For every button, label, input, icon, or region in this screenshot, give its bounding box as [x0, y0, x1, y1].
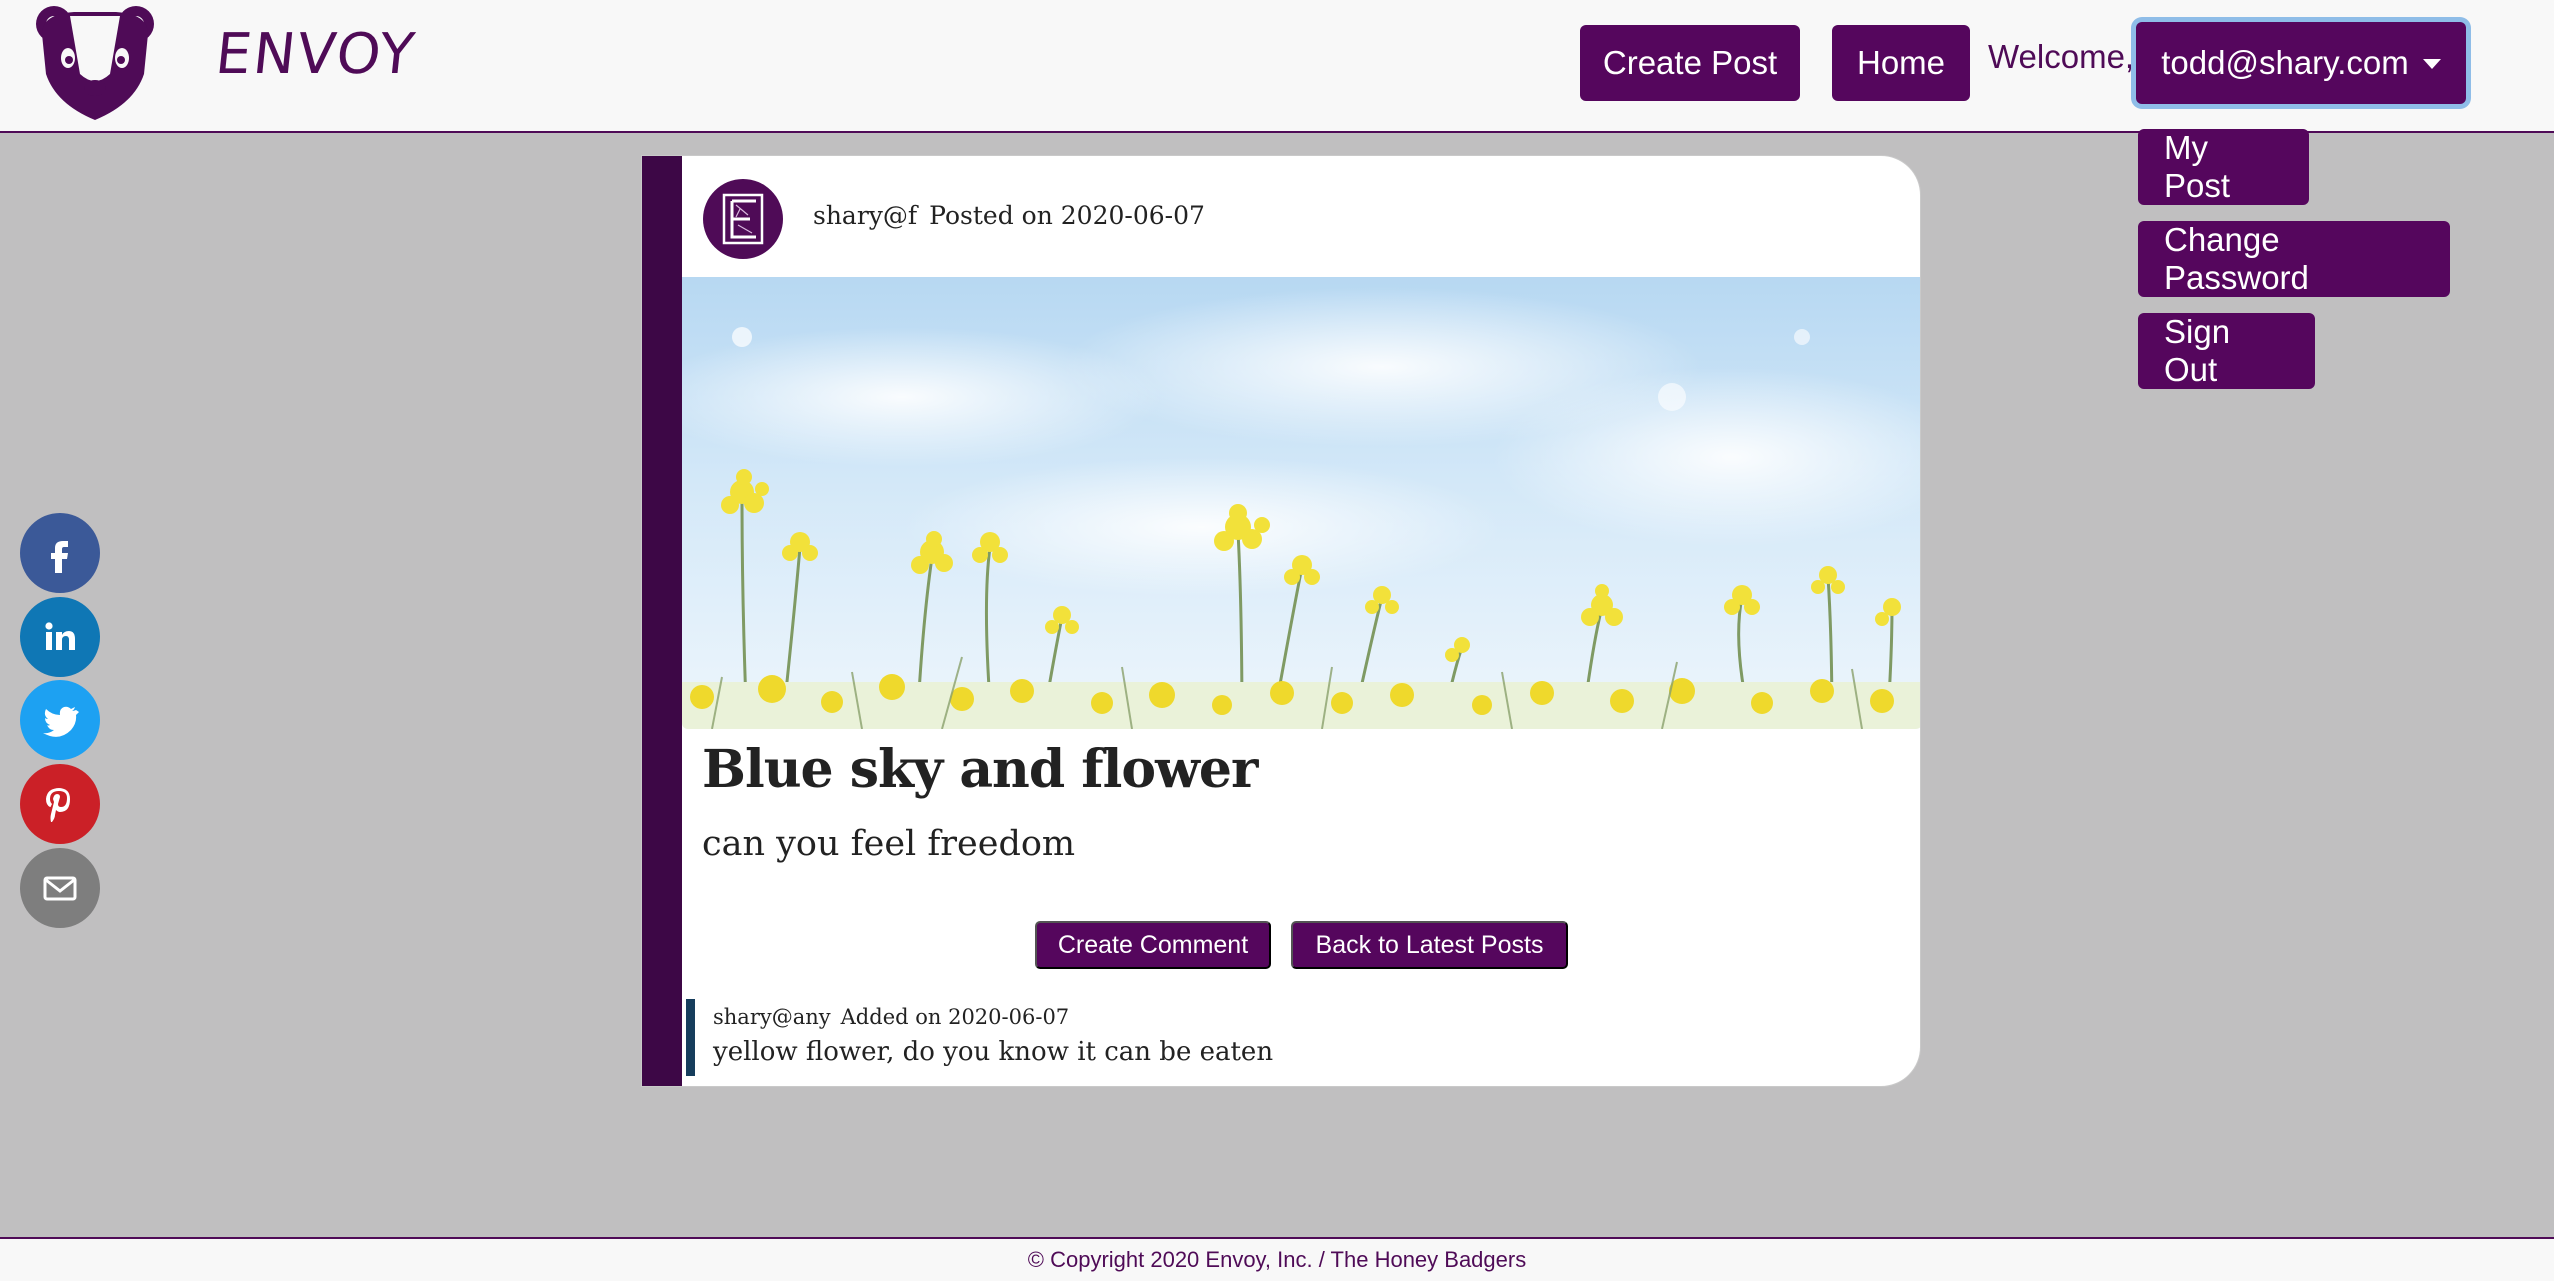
brand-name[interactable]: ENVOY: [213, 22, 420, 87]
email-share-button[interactable]: [20, 848, 100, 928]
post-author[interactable]: shary@f: [813, 201, 917, 230]
post-card: shary@f Posted on 2020-06-07 Blue sky an…: [641, 155, 1921, 1087]
twitter-share-button[interactable]: [20, 680, 100, 760]
facebook-icon: [51, 541, 68, 573]
pinterest-icon: [46, 788, 70, 822]
home-button[interactable]: Home: [1832, 25, 1970, 101]
envoy-e-logo-icon: [722, 193, 764, 245]
comment-author[interactable]: shary@any: [713, 1005, 831, 1029]
create-post-button[interactable]: Create Post: [1580, 25, 1800, 101]
envelope-icon: [43, 876, 77, 901]
top-navbar: ENVOY Create Post Home Welcome, todd@sha…: [0, 0, 2554, 133]
footer: © Copyright 2020 Envoy, Inc. / The Honey…: [0, 1237, 2554, 1281]
linkedin-share-button[interactable]: [20, 597, 100, 677]
post-body: can you feel freedom: [702, 824, 1076, 864]
back-to-latest-posts-button[interactable]: Back to Latest Posts: [1291, 921, 1568, 969]
menu-item-change-password[interactable]: Change Password: [2138, 221, 2450, 297]
post-date: Posted on 2020-06-07: [929, 201, 1205, 230]
menu-item-sign-out[interactable]: Sign Out: [2138, 313, 2315, 389]
honey-badger-logo-icon[interactable]: [34, 4, 156, 122]
menu-item-my-post[interactable]: My Post: [2138, 129, 2309, 205]
user-menu-toggle[interactable]: todd@shary.com: [2136, 22, 2466, 104]
welcome-label: Welcome,: [1988, 38, 2135, 75]
copyright-text: © Copyright 2020 Envoy, Inc. / The Honey…: [1027, 1247, 1527, 1272]
comment-item: shary@any Added on 2020-06-07 yellow flo…: [686, 999, 1866, 1076]
post-image: [682, 277, 1920, 729]
user-email: todd@shary.com: [2161, 44, 2409, 81]
post-meta: shary@f Posted on 2020-06-07: [813, 201, 1205, 230]
comment-meta: shary@any Added on 2020-06-07: [713, 1005, 1866, 1029]
card-accent-bar: [642, 156, 682, 1086]
caret-down-icon: [2422, 59, 2441, 69]
author-avatar[interactable]: [703, 179, 783, 259]
comment-date: Added on 2020-06-07: [840, 1005, 1070, 1029]
facebook-share-button[interactable]: [20, 513, 100, 593]
linkedin-icon: [45, 622, 75, 650]
pinterest-share-button[interactable]: [20, 764, 100, 844]
create-comment-button[interactable]: Create Comment: [1035, 921, 1271, 969]
post-title: Blue sky and flower: [702, 739, 1258, 800]
twitter-icon: [43, 706, 79, 737]
comment-text: yellow flower, do you know it can be eat…: [713, 1037, 1274, 1067]
